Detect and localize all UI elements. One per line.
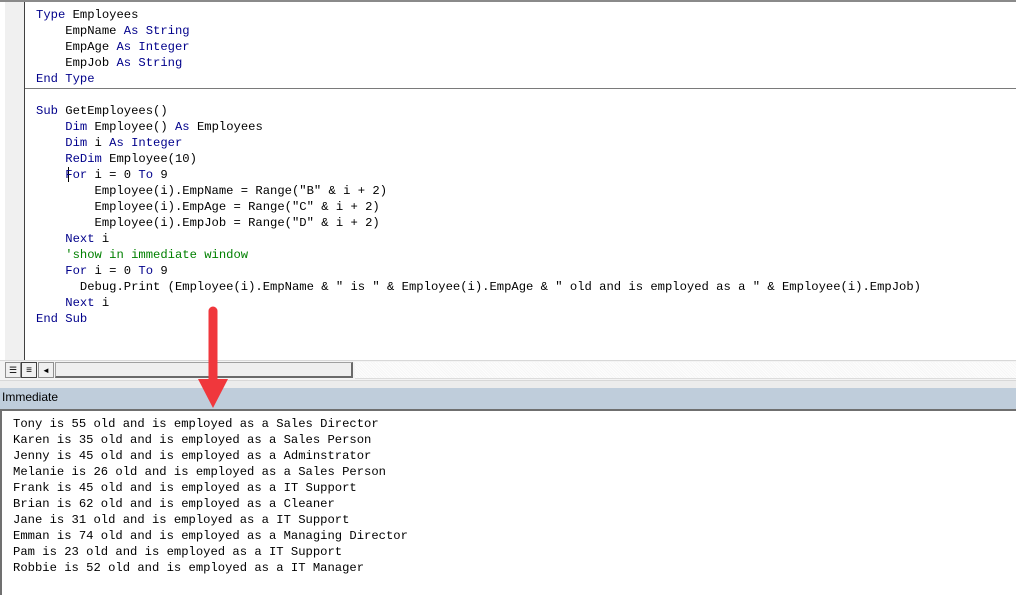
code-line[interactable]: Sub GetEmployees()	[36, 103, 921, 119]
keyword: End Type	[36, 72, 95, 86]
keyword: As String	[116, 56, 183, 70]
code-line[interactable]: Next i	[36, 231, 921, 247]
keyword: As	[174, 120, 197, 134]
arrow-head	[198, 379, 228, 408]
code-token: GetEmployees()	[65, 104, 168, 118]
code-token: EmpJob	[36, 56, 117, 70]
keyword: ReDim	[65, 152, 110, 166]
code-line[interactable]: EmpName As String	[36, 23, 921, 39]
code-line[interactable]: Employee(i).EmpName = Range("B" & i + 2)	[36, 183, 921, 199]
code-line[interactable]: Dim Employee() As Employees	[36, 119, 921, 135]
code-token: 9	[160, 264, 168, 278]
code-line[interactable]: For i = 0 To 9	[36, 167, 921, 183]
keyword: For	[65, 168, 95, 182]
code-token: Employee(i).EmpJob = Range("D" & i + 2)	[36, 216, 380, 230]
immediate-output-line[interactable]: Frank is 45 old and is employed as a IT …	[13, 480, 408, 496]
keyword: Type	[36, 8, 73, 22]
code-text[interactable]: Type Employees EmpName As String EmpAge …	[36, 7, 921, 327]
code-token: Employee(10)	[109, 152, 197, 166]
code-token: EmpAge	[36, 40, 117, 54]
keyword: Sub	[36, 104, 66, 118]
code-line[interactable]: Employee(i).EmpAge = Range("C" & i + 2)	[36, 199, 921, 215]
full-module-view-icon: ≡	[26, 364, 32, 376]
keyword: To	[138, 264, 161, 278]
scrollbar-track[interactable]	[355, 362, 1016, 379]
code-token: i = 0	[94, 264, 139, 278]
keyword: Next	[65, 232, 102, 246]
keyword: For	[65, 264, 95, 278]
immediate-output-line[interactable]: Tony is 55 old and is employed as a Sale…	[13, 416, 408, 432]
code-line[interactable]: Next i	[36, 295, 921, 311]
scroll-left-button[interactable]: ◄	[38, 362, 54, 378]
down-arrow-annotation	[198, 306, 228, 408]
immediate-output-line[interactable]: Brian is 62 old and is employed as a Cle…	[13, 496, 408, 512]
code-line[interactable]: Debug.Print (Employee(i).EmpName & " is …	[36, 279, 921, 295]
code-token: Employees	[196, 120, 263, 134]
immediate-output-line[interactable]: Jane is 31 old and is employed as a IT S…	[13, 512, 408, 528]
code-token: Employees	[72, 8, 139, 22]
full-module-view-button[interactable]: ≡	[21, 362, 37, 378]
code-token: EmpName	[36, 24, 124, 38]
immediate-output-line[interactable]: Pam is 23 old and is employed as a IT Su…	[13, 544, 408, 560]
code-token: 9	[160, 168, 168, 182]
immediate-output-line[interactable]: Robbie is 52 old and is employed as a IT…	[13, 560, 408, 576]
code-line[interactable]: Employee(i).EmpJob = Range("D" & i + 2)	[36, 215, 921, 231]
code-line[interactable]: End Type	[36, 71, 921, 87]
keyword: End Sub	[36, 312, 88, 326]
code-line[interactable]: EmpJob As String	[36, 55, 921, 71]
immediate-output-line[interactable]: Karen is 35 old and is employed as a Sal…	[13, 432, 408, 448]
keyword: Dim	[65, 136, 95, 150]
code-token: Employee(i).EmpAge = Range("C" & i + 2)	[36, 200, 380, 214]
procedure-view-button[interactable]: ☰	[5, 362, 21, 378]
code-line[interactable]: Type Employees	[36, 7, 921, 23]
immediate-output[interactable]: Tony is 55 old and is employed as a Sale…	[13, 416, 408, 576]
code-token: i	[101, 232, 110, 246]
immediate-output-line[interactable]: Jenny is 45 old and is employed as a Adm…	[13, 448, 408, 464]
code-line[interactable]: End Sub	[36, 311, 921, 327]
code-line[interactable]: For i = 0 To 9	[36, 263, 921, 279]
immediate-window[interactable]: Tony is 55 old and is employed as a Sale…	[0, 411, 1016, 595]
procedure-view-icon: ☰	[8, 365, 18, 375]
margin-indicator-bar[interactable]	[5, 2, 25, 360]
code-line[interactable]: Dim i As Integer	[36, 135, 921, 151]
keyword: Dim	[65, 120, 95, 134]
keyword: As Integer	[116, 40, 190, 54]
code-line[interactable]: 'show in immediate window	[36, 247, 921, 263]
code-token: Debug.Print (Employee(i).EmpName & " is …	[36, 280, 921, 294]
immediate-output-line[interactable]: Melanie is 26 old and is employed as a S…	[13, 464, 408, 480]
blank-line[interactable]	[36, 87, 921, 103]
code-token: i = 0	[94, 168, 139, 182]
code-token: i	[94, 136, 110, 150]
code-token: Employee()	[94, 120, 175, 134]
keyword: As Integer	[109, 136, 183, 150]
keyword: Next	[65, 296, 102, 310]
code-token: Employee(i).EmpName = Range("B" & i + 2)	[36, 184, 388, 198]
comment: 'show in immediate window	[36, 248, 249, 262]
keyword: To	[138, 168, 161, 182]
code-editor[interactable]: Type Employees EmpName As String EmpAge …	[0, 0, 1016, 360]
horizontal-scrollbar-area: ☰ ≡ ◄	[0, 360, 1016, 380]
code-line[interactable]: ReDim Employee(10)	[36, 151, 921, 167]
code-token: i	[101, 296, 110, 310]
scroll-left-icon: ◄	[42, 365, 50, 375]
immediate-window-title: Immediate	[0, 388, 1016, 411]
keyword: As String	[123, 24, 190, 38]
code-line[interactable]: EmpAge As Integer	[36, 39, 921, 55]
pane-splitter[interactable]	[0, 380, 1016, 388]
immediate-output-line[interactable]: Emman is 74 old and is employed as a Man…	[13, 528, 408, 544]
